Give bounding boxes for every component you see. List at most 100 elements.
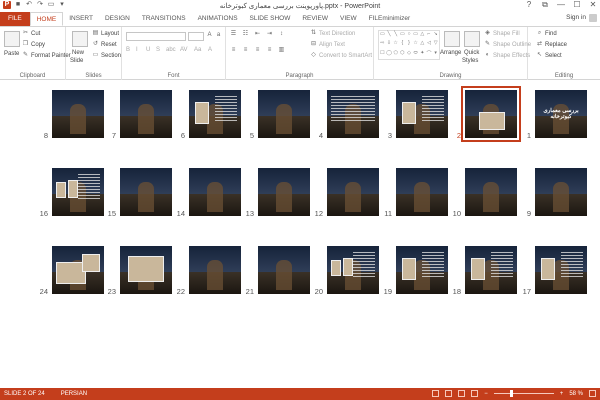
layout-button[interactable]: ▤ Layout: [92, 30, 119, 37]
shape-icon[interactable]: ▭: [412, 31, 419, 40]
select-button[interactable]: ↖ Select: [536, 52, 562, 59]
shape-icon[interactable]: ✦: [419, 50, 426, 59]
spacing-button[interactable]: AV: [180, 47, 188, 53]
align-left-icon[interactable]: ≡: [230, 47, 237, 54]
slide-thumbnail[interactable]: [120, 168, 172, 216]
fit-to-window-icon[interactable]: [589, 390, 596, 397]
shape-icon[interactable]: ╲: [392, 31, 399, 40]
bullets-icon[interactable]: ☰: [230, 31, 237, 38]
decrease-indent-icon[interactable]: ⇤: [254, 31, 261, 38]
reading-view-icon[interactable]: [458, 390, 466, 397]
shape-outline-button[interactable]: ✎ Shape Outline: [484, 41, 531, 48]
font-color-button[interactable]: A: [208, 47, 212, 53]
shapes-gallery[interactable]: ▭ ╲ ╲ ▭ ○ ▭ △ ⌐ ↘ ⇨ ⇩ ☆{} ☆ △ ◁ ▽ ☐ ◯ ⬠ ⬡ ◇ ⬭ ✦ ⌒ ▾: [378, 30, 440, 60]
underline-button[interactable]: U: [146, 47, 150, 53]
minimize-button[interactable]: —: [556, 0, 566, 10]
line-spacing-icon[interactable]: ↕: [278, 31, 285, 38]
tab-review[interactable]: REVIEW: [296, 12, 334, 26]
shape-icon[interactable]: ⬡: [399, 50, 406, 59]
font-size-combo[interactable]: [188, 32, 204, 41]
change-case-button[interactable]: Aa: [194, 47, 201, 53]
shape-icon[interactable]: ⇩: [386, 40, 393, 49]
shape-icon[interactable]: ☆: [412, 40, 419, 49]
normal-view-icon[interactable]: [432, 390, 440, 397]
convert-smartart-button[interactable]: ◇ Convert to SmartArt: [310, 52, 372, 59]
shape-icon[interactable]: ▭: [399, 31, 406, 40]
slide-thumbnail[interactable]: بررسی معماری کبوترخانه: [535, 90, 587, 138]
format-painter-button[interactable]: ✎ Format Painter: [22, 52, 71, 59]
columns-icon[interactable]: ▥: [278, 47, 285, 54]
sign-in-link[interactable]: Sign in: [566, 14, 586, 21]
close-button[interactable]: ✕: [588, 0, 598, 10]
slide-thumbnail[interactable]: [258, 246, 310, 294]
slide-thumbnail[interactable]: [327, 90, 379, 138]
shape-icon[interactable]: }: [406, 40, 413, 49]
new-slide-button[interactable]: New: [72, 50, 84, 56]
shape-icon[interactable]: ◇: [406, 50, 413, 59]
slideshow-view-icon[interactable]: [471, 390, 479, 397]
align-right-icon[interactable]: ≡: [254, 47, 261, 54]
shape-fill-button[interactable]: ◈ Shape Fill: [484, 30, 520, 37]
shape-icon[interactable]: ▭: [379, 31, 386, 40]
shape-icon[interactable]: {: [399, 40, 406, 49]
slide-thumbnail[interactable]: [52, 246, 104, 294]
tab-design[interactable]: DESIGN: [99, 12, 136, 26]
tab-home[interactable]: HOME: [29, 12, 64, 26]
language-indicator[interactable]: PERSIAN: [61, 391, 87, 397]
ribbon-display-button[interactable]: ⧉: [540, 0, 550, 10]
slide-thumbnail[interactable]: [189, 168, 241, 216]
slide-thumbnail[interactable]: [52, 90, 104, 138]
slide-sorter[interactable]: بررسی معماری کبوترخانه 1 2 3 4 5 6 7 8 9 10 11 12 13 1…: [0, 80, 600, 388]
shape-icon[interactable]: △: [419, 31, 426, 40]
slide-sorter-view-icon[interactable]: [445, 390, 453, 397]
arrange-button[interactable]: Arrange: [440, 50, 461, 56]
shape-icon[interactable]: ◁: [426, 40, 433, 49]
shape-icon[interactable]: ⌒: [426, 50, 433, 59]
slide-thumbnail[interactable]: [120, 246, 172, 294]
help-button[interactable]: ?: [524, 0, 534, 10]
bold-button[interactable]: B: [126, 47, 130, 53]
shadow-button[interactable]: S: [156, 47, 160, 53]
shape-icon[interactable]: ⬠: [392, 50, 399, 59]
tab-transitions[interactable]: TRANSITIONS: [136, 12, 192, 26]
shrink-font-button[interactable]: a: [215, 32, 222, 39]
new-slide-icon[interactable]: [72, 31, 88, 47]
section-button[interactable]: ▭ Section: [92, 52, 121, 59]
tab-fileminimizer[interactable]: FILEminimizer: [363, 12, 417, 26]
tab-view[interactable]: VIEW: [334, 12, 363, 26]
slide-thumbnail[interactable]: [396, 168, 448, 216]
maximize-button[interactable]: ☐: [572, 0, 582, 10]
shape-icon[interactable]: ☐: [379, 50, 386, 59]
shape-icon[interactable]: ⇨: [379, 40, 386, 49]
reset-button[interactable]: ↺ Reset: [92, 41, 117, 48]
replace-button[interactable]: ⇄ Replace: [536, 41, 567, 48]
slide-thumbnail[interactable]: [465, 168, 517, 216]
tab-file[interactable]: FILE: [0, 12, 30, 26]
slide-thumbnail[interactable]: [258, 168, 310, 216]
slide-thumbnail[interactable]: [52, 168, 104, 216]
zoom-out-icon[interactable]: −: [484, 391, 488, 397]
new-slide-label[interactable]: Slide: [70, 58, 83, 64]
account-icon[interactable]: [589, 14, 597, 22]
shape-icon[interactable]: ↘: [432, 31, 439, 40]
strikethrough-button[interactable]: abc: [166, 47, 176, 53]
slide-thumbnail[interactable]: [535, 168, 587, 216]
shape-icon[interactable]: △: [419, 40, 426, 49]
arrange-icon[interactable]: [444, 31, 460, 47]
shape-icon[interactable]: ◯: [386, 50, 393, 59]
slide-thumbnail[interactable]: [189, 90, 241, 138]
tab-insert[interactable]: INSERT: [63, 12, 99, 26]
tab-slide-show[interactable]: SLIDE SHOW: [244, 12, 297, 26]
paste-icon[interactable]: [4, 31, 20, 47]
quick-styles-icon[interactable]: [464, 31, 480, 47]
shape-icon[interactable]: ╲: [386, 31, 393, 40]
italic-button[interactable]: I: [136, 47, 138, 53]
slide-thumbnail[interactable]: [120, 90, 172, 138]
numbering-icon[interactable]: ☷: [242, 31, 249, 38]
slide-thumbnail[interactable]: [396, 90, 448, 138]
shape-effects-button[interactable]: ◐ Shape Effects: [484, 52, 531, 59]
slide-thumbnail[interactable]: [189, 246, 241, 294]
slide-thumbnail[interactable]: [535, 246, 587, 294]
shape-icon[interactable]: ⬭: [412, 50, 419, 59]
align-center-icon[interactable]: ≡: [242, 47, 249, 54]
